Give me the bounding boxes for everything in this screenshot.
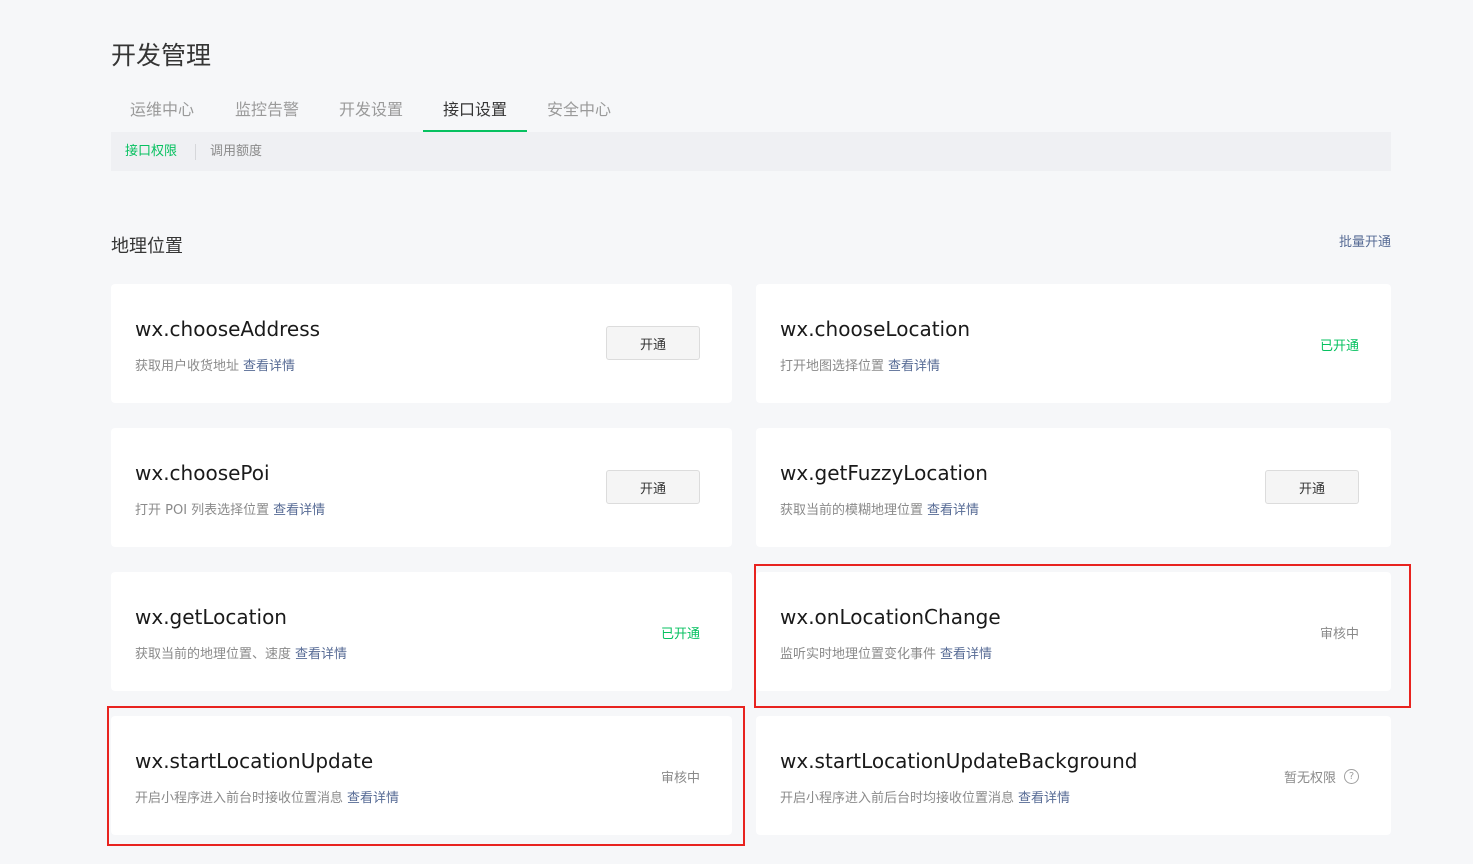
api-name: wx.chooseLocation — [780, 317, 971, 341]
api-description: 开启小程序进入前后台时均接收位置消息 查看详情 — [780, 787, 1070, 806]
api-description: 打开地图选择位置 查看详情 — [780, 355, 940, 374]
subnav-divider — [195, 144, 196, 160]
api-card: wx.startLocationUpdateBackground 开启小程序进入… — [756, 716, 1391, 835]
view-details-link[interactable]: 查看详情 — [1018, 791, 1070, 806]
api-description-text: 获取当前的地理位置、速度 — [135, 647, 292, 662]
api-description: 监听实时地理位置变化事件 查看详情 — [780, 643, 992, 662]
api-description: 获取用户收货地址 查看详情 — [135, 355, 295, 374]
api-name: wx.chooseAddress — [135, 317, 321, 341]
api-description: 获取当前的模糊地理位置 查看详情 — [780, 499, 979, 518]
api-card: wx.startLocationUpdate 开启小程序进入前台时接收位置消息查… — [111, 716, 732, 835]
api-card: wx.onLocationChange 监听实时地理位置变化事件 查看详情 审核中 — [756, 572, 1391, 691]
section-title: 地理位置 — [111, 236, 183, 257]
status-enabled: 已开通 — [1319, 339, 1359, 354]
api-name: wx.getFuzzyLocation — [780, 461, 988, 485]
view-details-link[interactable]: 查看详情 — [273, 503, 325, 518]
api-description: 打开 POI 列表选择位置 查看详情 — [135, 499, 325, 518]
view-details-link[interactable]: 查看详情 — [295, 647, 347, 662]
subnav-api-permissions[interactable]: 接口权限 — [125, 132, 177, 171]
status-no-permission-label: 暂无权限 — [1283, 771, 1336, 786]
api-description: 获取当前的地理位置、速度 查看详情 — [135, 643, 347, 662]
api-card: wx.getLocation 获取当前的地理位置、速度 查看详情 已开通 — [111, 572, 732, 691]
api-description-text: 打开地图选择位置 — [780, 359, 885, 374]
view-details-link[interactable]: 查看详情 — [940, 647, 992, 662]
subnav-call-quota[interactable]: 调用额度 — [210, 132, 262, 171]
main-tabs: 运维中心 监控告警 开发设置 接口设置 安全中心 — [111, 90, 1391, 133]
api-card: wx.choosePoi 打开 POI 列表选择位置 查看详情 开通 — [111, 428, 732, 547]
api-name: wx.startLocationUpdateBackground — [780, 749, 1138, 773]
batch-enable-link[interactable]: 批量开通 — [1339, 231, 1391, 250]
status-under-review: 审核中 — [1319, 627, 1359, 642]
api-card: wx.getFuzzyLocation 获取当前的模糊地理位置 查看详情 开通 — [756, 428, 1391, 547]
api-card: wx.chooseLocation 打开地图选择位置 查看详情 已开通 — [756, 284, 1391, 403]
status-under-review: 审核中 — [660, 771, 700, 786]
tab-security-center[interactable]: 安全中心 — [527, 90, 631, 131]
question-circle-icon[interactable]: ? — [1344, 769, 1359, 784]
api-name: wx.onLocationChange — [780, 605, 1001, 629]
status-no-permission: 暂无权限 ? — [1284, 767, 1359, 786]
api-description: 开启小程序进入前台时接收位置消息 查看详情 — [135, 787, 399, 806]
tab-ops-center[interactable]: 运维中心 — [111, 90, 213, 131]
view-details-link[interactable]: 查看详情 — [347, 791, 399, 806]
api-card: wx.chooseAddress 获取用户收货地址 查看详情 开通 — [111, 284, 732, 403]
api-description-text: 打开 POI 列表选择位置 — [135, 503, 270, 518]
enable-button[interactable]: 开通 — [606, 326, 700, 360]
tab-monitoring-alerts[interactable]: 监控告警 — [215, 90, 319, 131]
sub-navigation: 接口权限 调用额度 — [111, 132, 1391, 171]
view-details-link[interactable]: 查看详情 — [888, 359, 940, 374]
api-description-text: 开启小程序进入前后台时均接收位置消息 — [780, 791, 1015, 806]
api-description-text: 监听实时地理位置变化事件 — [780, 647, 937, 662]
tab-dev-settings[interactable]: 开发设置 — [319, 90, 423, 131]
api-name: wx.getLocation — [135, 605, 287, 629]
api-description-text: 获取用户收货地址 — [135, 359, 240, 374]
enable-button[interactable]: 开通 — [606, 470, 700, 504]
view-details-link[interactable]: 查看详情 — [243, 359, 295, 374]
tab-api-settings[interactable]: 接口设置 — [423, 90, 527, 132]
api-name: wx.choosePoi — [135, 461, 270, 485]
enable-button[interactable]: 开通 — [1265, 470, 1359, 504]
view-details-link[interactable]: 查看详情 — [927, 503, 979, 518]
api-description-text: 开启小程序进入前台时接收位置消息 — [135, 791, 344, 806]
status-enabled: 已开通 — [660, 627, 700, 642]
api-name: wx.startLocationUpdate — [135, 749, 374, 773]
page-title: 开发管理 — [111, 41, 212, 70]
api-description-text: 获取当前的模糊地理位置 — [780, 503, 924, 518]
